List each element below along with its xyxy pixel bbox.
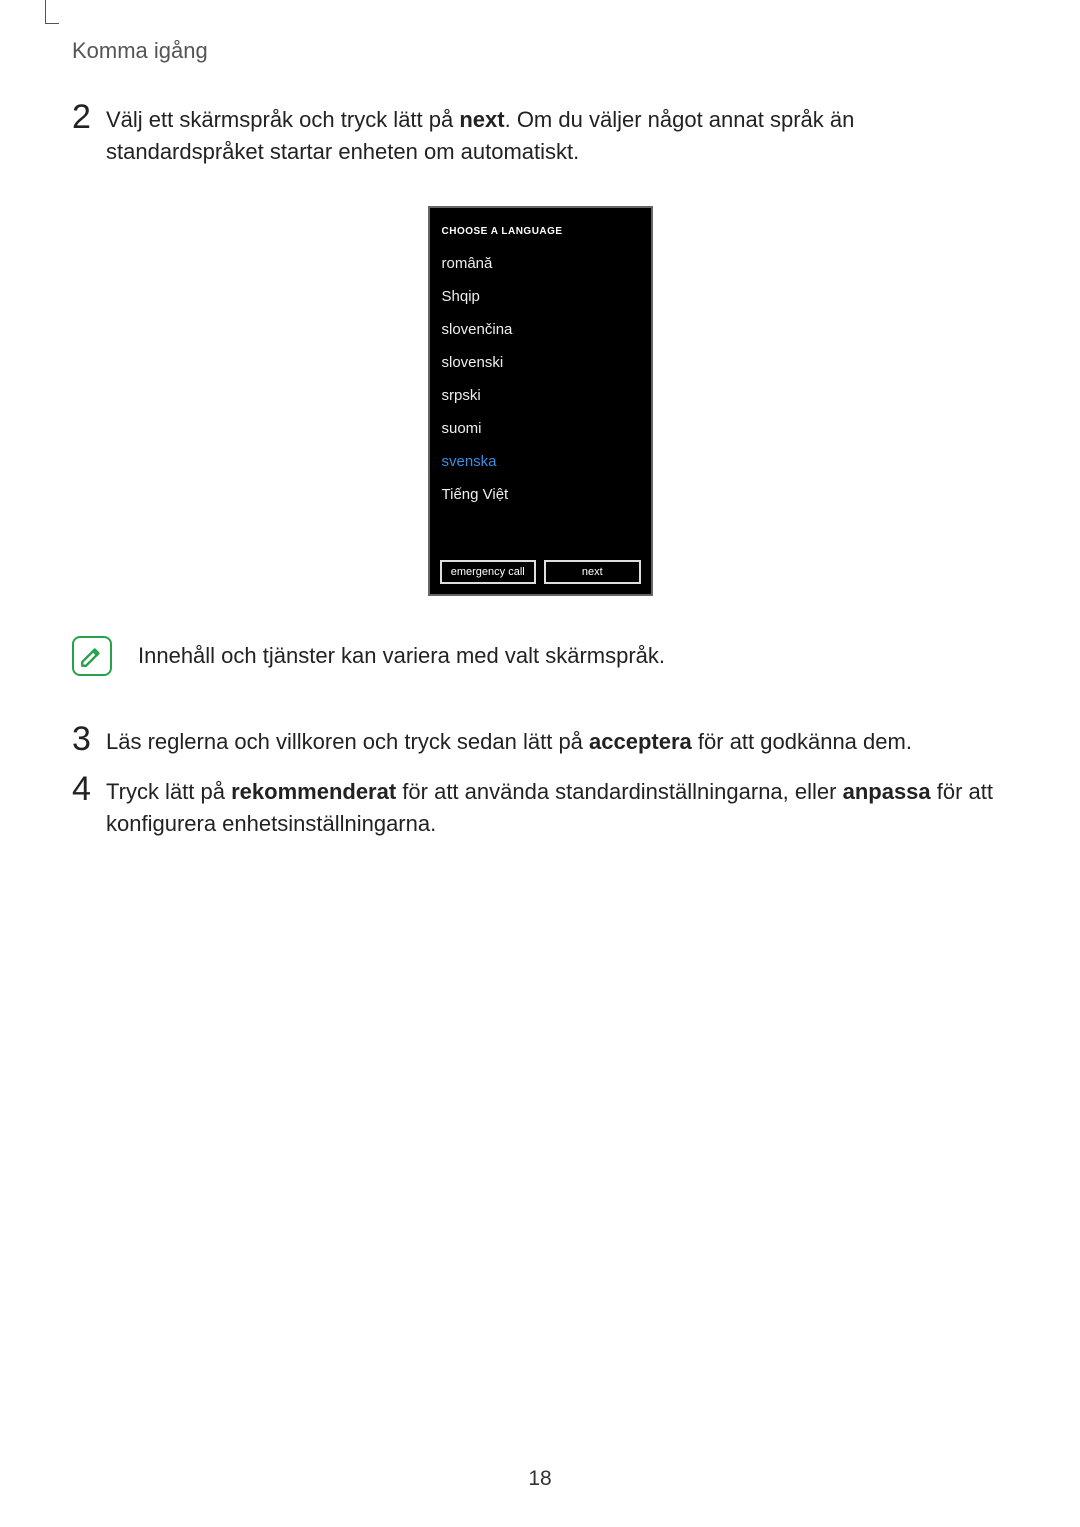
step-2: 2 Välj ett skärmspråk och tryck lätt på … [72,100,1008,168]
language-item-slovenski[interactable]: slovenski [442,354,641,371]
next-button[interactable]: next [544,560,641,584]
text-segment: för att använda standardinställningarna,… [396,779,842,804]
step-text: Läs reglerna och villkoren och tryck sed… [106,722,912,758]
text-segment: för att godkänna dem. [692,729,912,754]
language-item-svenska[interactable]: svenska [442,453,641,470]
page-content: 2 Välj ett skärmspråk och tryck lätt på … [72,100,1008,851]
language-list: română Shqip slovenčina slovenski srpski… [440,255,641,550]
emergency-call-button[interactable]: emergency call [440,560,537,584]
bold-acceptera: acceptera [589,729,692,754]
note-icon [72,636,112,676]
language-item-suomi[interactable]: suomi [442,420,641,437]
language-item-romana[interactable]: română [442,255,641,272]
step-number: 3 [72,722,106,756]
step-number: 4 [72,772,106,806]
step-text: Tryck lätt på rekommenderat för att anvä… [106,772,1008,840]
step-4: 4 Tryck lätt på rekommenderat för att an… [72,772,1008,840]
breadcrumb: Komma igång [72,38,208,64]
step-3: 3 Läs reglerna och villkoren och tryck s… [72,722,1008,758]
language-item-tiengviet[interactable]: Tiếng Việt [442,486,641,503]
phone-button-row: emergency call next [440,560,641,584]
text-segment: Tryck lätt på [106,779,231,804]
phone-screenshot-wrap: CHOOSE A LANGUAGE română Shqip slovenčin… [72,206,1008,596]
pencil-icon [79,643,105,669]
note-row: Innehåll och tjänster kan variera med va… [72,636,1008,676]
phone-title: CHOOSE A LANGUAGE [442,226,641,237]
step-number: 2 [72,100,106,134]
bold-anpassa: anpassa [843,779,931,804]
language-item-slovencina[interactable]: slovenčina [442,321,641,338]
bold-rekommenderat: rekommenderat [231,779,396,804]
page-number: 18 [0,1467,1080,1491]
language-item-srpski[interactable]: srpski [442,387,641,404]
note-text: Innehåll och tjänster kan variera med va… [138,643,665,669]
bold-next: next [459,107,504,132]
phone-screenshot: CHOOSE A LANGUAGE română Shqip slovenčin… [428,206,653,596]
text-segment: Läs reglerna och villkoren och tryck sed… [106,729,589,754]
language-item-shqip[interactable]: Shqip [442,288,641,305]
text-segment: Välj ett skärmspråk och tryck lätt på [106,107,459,132]
corner-mark [45,0,59,24]
step-text: Välj ett skärmspråk och tryck lätt på ne… [106,100,1008,168]
